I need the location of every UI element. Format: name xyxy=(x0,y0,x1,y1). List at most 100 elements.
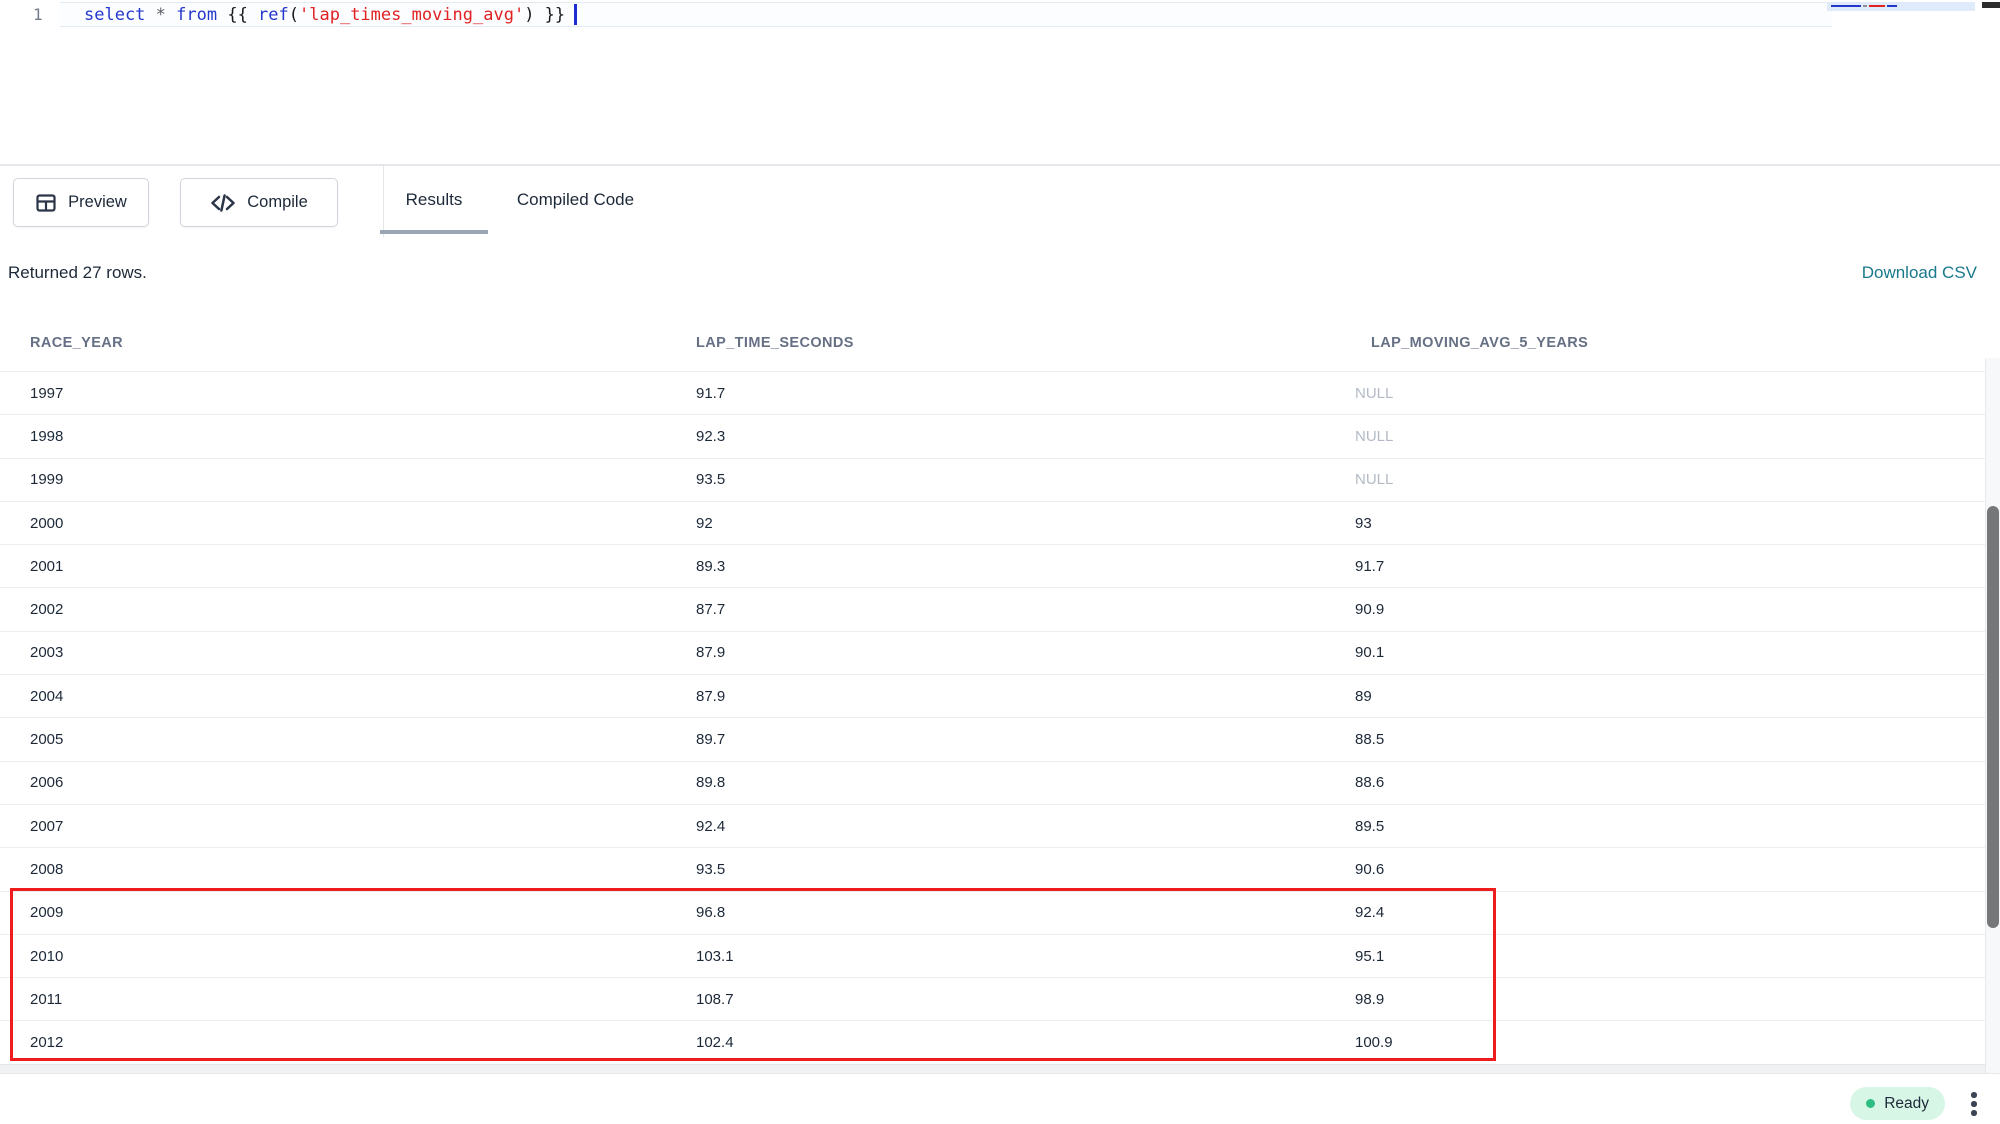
code-token: ( xyxy=(289,5,299,25)
table-cell: 102.4 xyxy=(696,1034,1355,1051)
code-line-tokens: select * from {{ ref('lap_times_moving_a… xyxy=(84,5,565,25)
table-cell: 2006 xyxy=(0,774,696,791)
table-cell: 91.7 xyxy=(696,385,1355,402)
table-cell: 92.3 xyxy=(696,428,1355,445)
table-cell: 93.5 xyxy=(696,471,1355,488)
table-cell: 90.6 xyxy=(1355,861,1985,878)
compile-button-label: Compile xyxy=(247,193,308,212)
table-row: 200487.989 xyxy=(0,674,1985,717)
table-row: 2010103.195.1 xyxy=(0,934,1985,977)
tab-label: Results xyxy=(406,190,463,210)
table-cell: 92.4 xyxy=(1355,904,1985,921)
table-cell: 2001 xyxy=(0,558,696,575)
table-cell: 96.8 xyxy=(696,904,1355,921)
code-token: from xyxy=(176,5,227,25)
table-cell: 1998 xyxy=(0,428,696,445)
table-cell: 89.8 xyxy=(696,774,1355,791)
status-dot-icon xyxy=(1866,1099,1875,1108)
table-cell: 2011 xyxy=(0,991,696,1008)
code-brackets-icon xyxy=(210,192,236,214)
table-body: 199791.7NULL199892.3NULL199993.5NULL2000… xyxy=(0,371,1985,1064)
results-scrollbar-thumb[interactable] xyxy=(1987,506,1999,928)
table-cell: 2004 xyxy=(0,688,696,705)
status-bar: Ready xyxy=(0,1073,2000,1124)
line-number: 1 xyxy=(33,2,43,27)
code-token: * xyxy=(156,5,176,25)
preview-button-label: Preview xyxy=(68,193,127,212)
table-cell: 89.7 xyxy=(696,731,1355,748)
kebab-menu-icon[interactable] xyxy=(1965,1090,1983,1118)
code-token: {{ xyxy=(227,5,258,25)
text-cursor xyxy=(574,4,577,25)
table-row: 200589.788.5 xyxy=(0,717,1985,760)
results-table: RACE_YEAR LAP_TIME_SECONDS LAP_MOVING_AV… xyxy=(0,315,1985,1073)
table-row: 199791.7NULL xyxy=(0,371,1985,414)
code-line[interactable]: select * from {{ ref('lap_times_moving_a… xyxy=(84,2,577,27)
results-toolbar: Preview Compile Results Compiled Code xyxy=(0,164,2000,237)
preview-button[interactable]: Preview xyxy=(13,178,149,227)
table-cell: 92.4 xyxy=(696,818,1355,835)
table-row: 2011108.798.9 xyxy=(0,977,1985,1020)
table-cell: NULL xyxy=(1355,428,1985,445)
row-count-text: Returned 27 rows. xyxy=(8,263,147,283)
partial-next-row xyxy=(0,1064,1985,1073)
table-cell: 98.9 xyxy=(1355,991,1985,1008)
table-grid-icon xyxy=(35,192,57,214)
table-cell: 87.7 xyxy=(696,601,1355,618)
table-cell: 2003 xyxy=(0,644,696,661)
download-csv-link[interactable]: Download CSV xyxy=(1862,263,1977,283)
table-cell: 108.7 xyxy=(696,991,1355,1008)
table-cell: 93.5 xyxy=(696,861,1355,878)
editor-minimap[interactable] xyxy=(1827,2,1975,11)
table-row: 20009293 xyxy=(0,501,1985,544)
column-header-lap-moving-avg-5-years: LAP_MOVING_AVG_5_YEARS xyxy=(1355,335,1985,351)
table-cell: 90.9 xyxy=(1355,601,1985,618)
table-cell: 2012 xyxy=(0,1034,696,1051)
column-header-lap-time-seconds: LAP_TIME_SECONDS xyxy=(696,335,1355,351)
results-scrollbar-track[interactable] xyxy=(1985,358,2000,1073)
table-cell: 95.1 xyxy=(1355,948,1985,965)
code-token: ref xyxy=(258,5,289,25)
active-tab-underline xyxy=(380,230,488,234)
table-cell: 2010 xyxy=(0,948,696,965)
status-badge[interactable]: Ready xyxy=(1850,1087,1945,1120)
results-panel: Returned 27 rows. Download CSV RACE_YEAR… xyxy=(0,237,2000,1073)
code-token: 'lap_times_moving_avg' xyxy=(299,5,524,25)
code-token: select xyxy=(84,5,156,25)
tab-label: Compiled Code xyxy=(517,190,634,210)
table-row: 200689.888.6 xyxy=(0,761,1985,804)
tab-results[interactable]: Results xyxy=(380,166,488,234)
table-cell: 87.9 xyxy=(696,688,1355,705)
minimap-code-mark xyxy=(1863,5,1867,7)
sql-editor[interactable]: 1 select * from {{ ref('lap_times_moving… xyxy=(0,0,2000,164)
table-cell: 93 xyxy=(1355,515,1985,532)
table-cell: 92 xyxy=(696,515,1355,532)
table-cell: 87.9 xyxy=(696,644,1355,661)
table-cell: 100.9 xyxy=(1355,1034,1985,1051)
table-cell: 90.1 xyxy=(1355,644,1985,661)
table-cell: 88.5 xyxy=(1355,731,1985,748)
table-row: 200893.590.6 xyxy=(0,847,1985,890)
status-label: Ready xyxy=(1884,1095,1929,1113)
table-row: 200189.391.7 xyxy=(0,544,1985,587)
table-cell: 2007 xyxy=(0,818,696,835)
minimap-code-mark xyxy=(1831,5,1861,7)
compile-button[interactable]: Compile xyxy=(180,178,338,227)
table-row: 2012102.4100.9 xyxy=(0,1020,1985,1063)
table-cell: 89 xyxy=(1355,688,1985,705)
editor-scrollbar[interactable] xyxy=(1982,2,2000,8)
table-row: 199892.3NULL xyxy=(0,414,1985,457)
table-cell: 1999 xyxy=(0,471,696,488)
table-header-row: RACE_YEAR LAP_TIME_SECONDS LAP_MOVING_AV… xyxy=(0,315,1985,371)
table-cell: 89.3 xyxy=(696,558,1355,575)
table-cell: 91.7 xyxy=(1355,558,1985,575)
table-cell: NULL xyxy=(1355,471,1985,488)
minimap-code-mark xyxy=(1869,5,1885,7)
table-cell: NULL xyxy=(1355,385,1985,402)
table-row: 200792.489.5 xyxy=(0,804,1985,847)
table-cell: 1997 xyxy=(0,385,696,402)
table-row: 199993.5NULL xyxy=(0,458,1985,501)
tab-compiled-code[interactable]: Compiled Code xyxy=(489,166,662,234)
table-cell: 89.5 xyxy=(1355,818,1985,835)
table-row: 200387.990.1 xyxy=(0,631,1985,674)
